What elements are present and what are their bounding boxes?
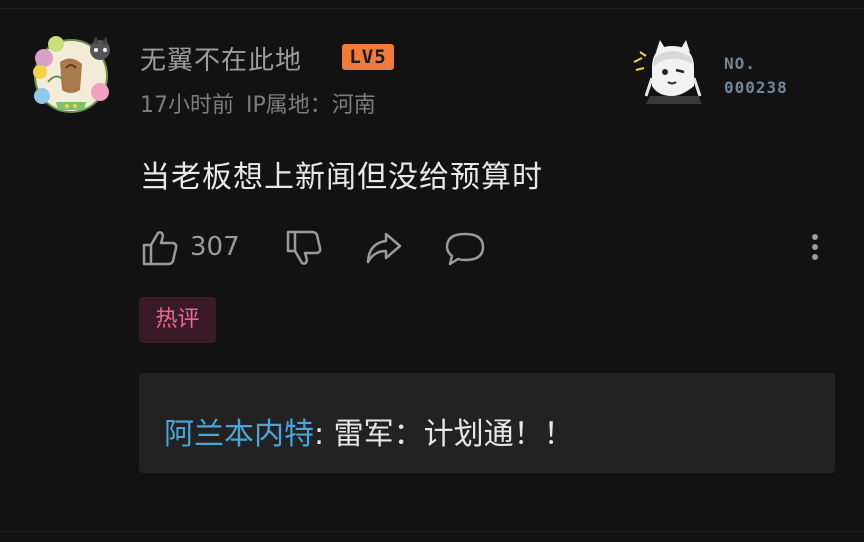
reply-preview[interactable]: 阿兰本内特: 雷军：计划通！！	[139, 373, 835, 473]
reply-text: 雷军：计划通！！	[333, 417, 574, 452]
fan-badge-image	[633, 40, 702, 104]
comment-icon[interactable]	[444, 230, 486, 268]
level-badge: LV5	[342, 44, 394, 70]
thumbs-down-icon[interactable]	[284, 228, 324, 268]
user-avatar[interactable]	[26, 32, 116, 116]
avatar-image	[33, 36, 110, 113]
like-count: 307	[190, 232, 240, 262]
fan-number-value: 000238	[724, 78, 788, 97]
comment-text: 当老板想上新闻但没给预算时	[140, 160, 543, 195]
share-icon[interactable]	[364, 230, 404, 266]
fan-number-label: NO.	[724, 54, 756, 73]
hot-comment-tag: 热评	[139, 297, 216, 343]
bottom-divider	[0, 531, 864, 532]
fan-badge[interactable]	[632, 38, 714, 104]
reply-separator: :	[314, 417, 334, 452]
comment-meta: 17小时前 IP属地：河南	[140, 87, 376, 119]
reply-username[interactable]: 阿兰本内特	[164, 417, 314, 452]
top-divider	[0, 8, 864, 9]
fan-number: NO. 000238	[724, 52, 788, 100]
username[interactable]: 无翼不在此地	[140, 40, 302, 77]
post-time: 17小时前	[140, 93, 234, 118]
ip-location: IP属地：河南	[246, 93, 376, 118]
thumbs-up-icon[interactable]	[140, 228, 180, 268]
action-bar: 307	[140, 226, 840, 270]
more-vertical-icon[interactable]	[808, 230, 822, 266]
reply-line: 阿兰本内特: 雷军：计划通！！	[164, 409, 574, 453]
